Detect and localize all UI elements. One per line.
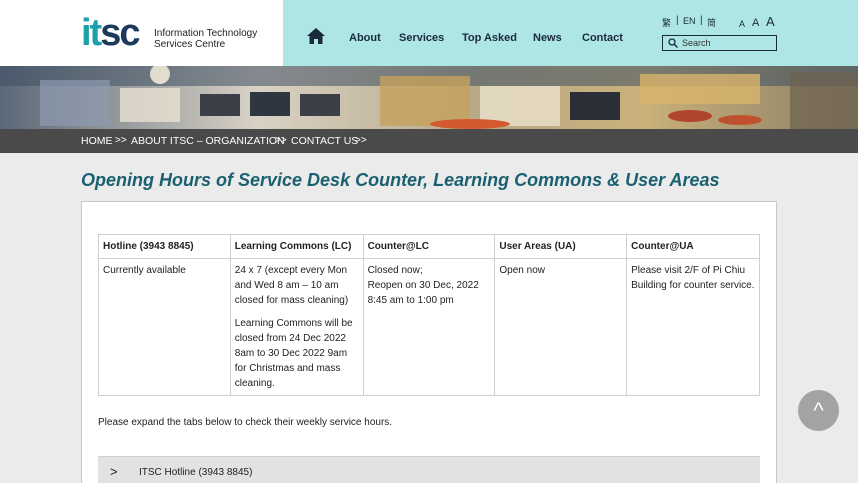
banner-image [0, 66, 858, 129]
header-counter-lc: Counter@LC [362, 234, 496, 259]
caret-up-icon: ^ [813, 398, 824, 423]
cell-counter-ua: Please visit 2/F of Pi Chiu Building for… [626, 258, 760, 396]
table-header-row: Hotline (3943 8845) Learning Commons (LC… [98, 234, 760, 259]
font-size-medium[interactable]: A [752, 17, 759, 29]
breadcrumb-about-itsc[interactable]: ABOUT ITSC – ORGANIZATION [131, 135, 285, 147]
accordion-itsc-hotline[interactable]: > ITSC Hotline (3943 8845) [98, 456, 760, 483]
counter-lc-line2: Reopen on 30 Dec, 2022 [367, 280, 479, 291]
logo-mark-it: it [81, 12, 102, 54]
search-input[interactable] [682, 36, 774, 50]
table-row: Currently available 24 x 7 (except every… [98, 258, 760, 396]
breadcrumb-separator: >> [115, 135, 127, 146]
logo-text-line2: Services Centre [154, 39, 226, 50]
logo-text-line1: Information Technology [154, 28, 258, 39]
chevron-right-icon: > [110, 464, 118, 479]
breadcrumb-separator: >> [275, 135, 287, 146]
breadcrumb [0, 129, 858, 153]
nav-services[interactable]: Services [399, 32, 444, 44]
cell-learning-commons: 24 x 7 (except every Mon and Wed 8 am – … [229, 258, 364, 396]
breadcrumb-separator: >> [355, 135, 367, 146]
nav-contact[interactable]: Contact [582, 32, 623, 44]
counter-lc-line1: Closed now; [367, 265, 423, 276]
nav-about[interactable]: About [349, 32, 381, 44]
header-hotline: Hotline (3943 8845) [98, 234, 231, 259]
back-to-top-button[interactable]: ^ [798, 390, 839, 431]
lang-simplified-chinese[interactable]: 简 [707, 16, 716, 29]
lang-separator: | [676, 15, 679, 26]
lang-separator: | [700, 15, 703, 26]
lc-hours-text: 24 x 7 (except every Mon and Wed 8 am – … [234, 265, 349, 306]
search-icon[interactable] [668, 38, 678, 48]
logo-text: Information Technology Services Centre [154, 28, 257, 50]
header-user-areas: User Areas (UA) [494, 234, 628, 259]
expand-note: Please expand the tabs below to check th… [98, 417, 393, 428]
header-learning-commons: Learning Commons (LC) [229, 234, 364, 259]
search-box [662, 35, 777, 51]
lang-english[interactable]: EN [683, 16, 696, 26]
lc-closure-notice: Learning Commons will be closed from 24 … [234, 318, 353, 389]
tools-bar [643, 0, 858, 66]
opening-hours-table: Hotline (3943 8845) Learning Commons (LC… [98, 234, 760, 396]
font-size-large[interactable]: A [766, 14, 775, 29]
header-counter-ua: Counter@UA [626, 234, 760, 259]
cell-hotline-status: Currently available [98, 258, 231, 396]
breadcrumb-contact-us[interactable]: CONTACT US [291, 135, 358, 147]
nav-top-asked[interactable]: Top Asked [462, 32, 517, 44]
cell-counter-lc: Closed now; Reopen on 30 Dec, 2022 8:45 … [362, 258, 496, 396]
font-size-small[interactable]: A [739, 19, 745, 29]
lang-traditional-chinese[interactable]: 繁 [662, 16, 671, 29]
cell-user-areas: Open now [494, 258, 628, 396]
accordion-title: ITSC Hotline (3943 8845) [139, 467, 253, 478]
logo-mark-sc: sc [100, 12, 140, 54]
itsc-logo[interactable]: itsc [81, 12, 141, 54]
counter-lc-line3: 8:45 am to 1:00 pm [367, 295, 454, 306]
page-title: Opening Hours of Service Desk Counter, L… [81, 170, 720, 190]
home-icon[interactable] [307, 28, 325, 44]
breadcrumb-home[interactable]: HOME [81, 135, 113, 147]
nav-news[interactable]: News [533, 32, 562, 44]
banner-illustration [0, 66, 858, 129]
